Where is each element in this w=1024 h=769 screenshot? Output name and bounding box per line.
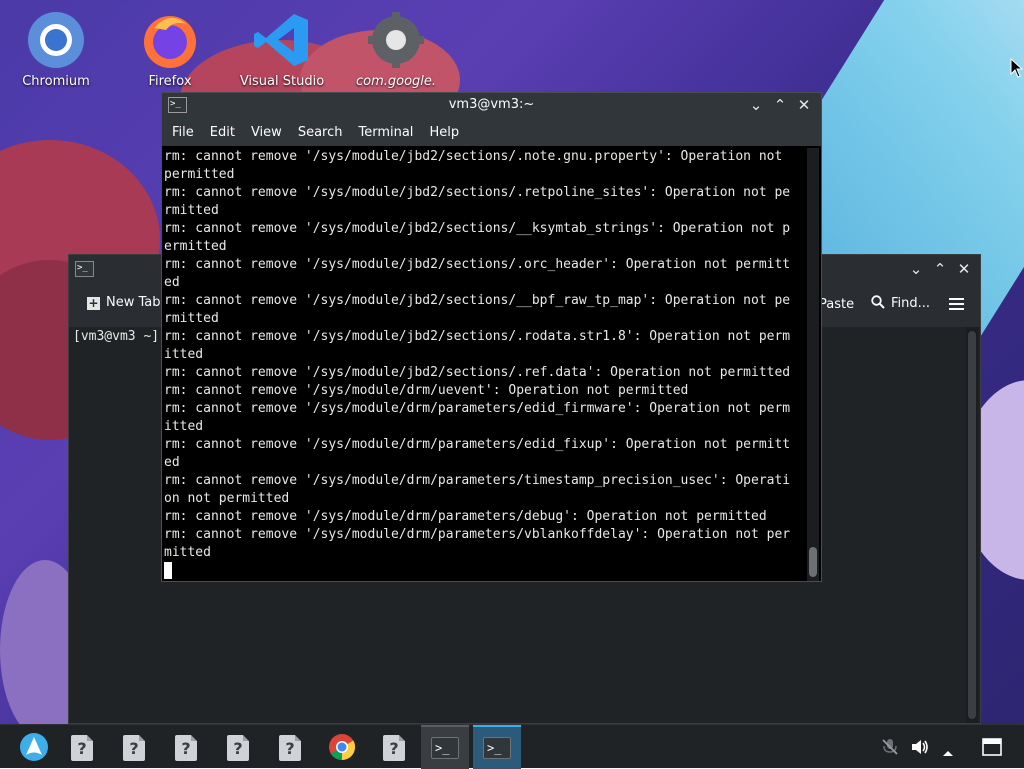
minimize-button[interactable]: ⌄: [746, 95, 766, 115]
terminal-line: rm: cannot remove '/sys/module/jbd2/sect…: [164, 149, 783, 164]
app-launcher-button[interactable]: [10, 725, 58, 769]
unknown-app-icon: ?: [383, 735, 405, 761]
minimize-button[interactable]: ⌄: [906, 259, 926, 279]
vscode-icon: [252, 10, 312, 70]
terminal-line: itted: [164, 419, 204, 434]
terminal-line: rm: cannot remove '/sys/module/drm/param…: [164, 473, 791, 488]
terminal-line: ed: [164, 455, 180, 470]
terminal-line: rm: cannot remove '/sys/module/drm/param…: [164, 437, 791, 452]
find-button[interactable]: Find...: [871, 295, 930, 313]
scrollbar-thumb[interactable]: [809, 547, 817, 577]
taskbar-app-konsole[interactable]: >_: [421, 725, 469, 769]
text-cursor: [164, 562, 172, 579]
terminal-line: rm: cannot remove '/sys/module/jbd2/sect…: [164, 185, 791, 200]
terminal-cursor-line: [164, 562, 806, 580]
shell-prompt: [vm3@vm3 ~]: [73, 329, 160, 344]
terminal-line: rm: cannot remove '/sys/module/jbd2/sect…: [164, 365, 791, 380]
microphone-muted-icon[interactable]: [880, 737, 900, 761]
unknown-app-icon: ?: [227, 735, 249, 761]
volume-icon[interactable]: [910, 737, 930, 761]
taskbar-app-unknown[interactable]: ?: [370, 725, 418, 769]
terminal-line: rm: cannot remove '/sys/module/drm/param…: [164, 401, 791, 416]
menubar: File Edit View Search Terminal Help: [162, 118, 821, 146]
scrollbar-thumb[interactable]: [968, 331, 976, 719]
menu-terminal[interactable]: Terminal: [350, 125, 421, 140]
taskbar-app-unknown[interactable]: ?: [110, 725, 158, 769]
desktop-icon-chromium[interactable]: Chromium: [8, 10, 104, 89]
terminal-line: mitted: [164, 545, 211, 560]
close-button[interactable]: ✕: [954, 259, 974, 279]
terminal-line: permitted: [164, 167, 235, 182]
search-icon: [871, 295, 885, 313]
terminal-output[interactable]: rm: cannot remove '/sys/module/jbd2/sect…: [164, 148, 806, 581]
mouse-pointer-icon: [1010, 57, 1024, 82]
menu-view[interactable]: View: [243, 125, 290, 140]
terminal-line: on not permitted: [164, 491, 290, 506]
chromium-icon: [26, 10, 86, 70]
menu-file[interactable]: File: [164, 125, 202, 140]
menu-search[interactable]: Search: [290, 125, 351, 140]
find-label: Find...: [891, 296, 931, 311]
desktop-icon-label: Chromium: [22, 74, 90, 89]
terminal-line: rm: cannot remove '/sys/module/drm/param…: [164, 509, 767, 524]
paste-label: Paste: [819, 297, 855, 312]
desktop-icon-firefox[interactable]: Firefox: [122, 10, 218, 89]
terminal-line: rm: cannot remove '/sys/module/jbd2/sect…: [164, 221, 791, 236]
taskbar: ? ? ? ? ? ? >_ >_: [0, 724, 1024, 769]
terminal-icon: >_: [483, 737, 511, 759]
terminal-line: rm: cannot remove '/sys/module/drm/param…: [164, 527, 791, 542]
paste-button[interactable]: Paste: [819, 297, 854, 312]
unknown-app-icon: ?: [123, 735, 145, 761]
window-title: vm3@vm3:~: [448, 97, 535, 112]
scrollbar[interactable]: [966, 327, 978, 723]
new-tab-label: New Tab: [106, 295, 161, 310]
taskbar-app-terminal[interactable]: >_: [473, 725, 521, 769]
new-tab-button[interactable]: + New Tab: [87, 295, 161, 310]
maximize-button[interactable]: ⌃: [770, 95, 790, 115]
menu-edit[interactable]: Edit: [202, 125, 243, 140]
menu-help[interactable]: Help: [421, 125, 467, 140]
scrollbar[interactable]: [807, 148, 819, 581]
show-desktop-icon[interactable]: [982, 738, 1002, 760]
terminal-line: rm: cannot remove '/sys/module/jbd2/sect…: [164, 293, 791, 308]
desktop-icon-label: Visual Studio: [239, 74, 325, 89]
close-button[interactable]: ✕: [794, 95, 814, 115]
arch-logo-icon: [20, 733, 48, 761]
maximize-button[interactable]: ⌃: [930, 259, 950, 279]
terminal-line: ermitted: [164, 239, 227, 254]
terminal-line: rmitted: [164, 203, 219, 218]
unknown-app-icon: ?: [175, 735, 197, 761]
tray-expand-icon[interactable]: [942, 742, 954, 761]
hamburger-menu-icon[interactable]: [949, 298, 964, 310]
terminal-line: rm: cannot remove '/sys/module/jbd2/sect…: [164, 257, 791, 272]
taskbar-app-unknown[interactable]: ?: [162, 725, 210, 769]
terminal-window-foreground[interactable]: >_ vm3@vm3:~ ⌄ ⌃ ✕ File Edit View Search…: [161, 92, 822, 582]
terminal-app-icon: >_: [75, 261, 94, 277]
desktop-icon-label: Firefox: [148, 74, 192, 89]
terminal-line: rm: cannot remove '/sys/module/jbd2/sect…: [164, 329, 791, 344]
taskbar-app-chrome[interactable]: [318, 725, 366, 769]
desktop-icon-com-google[interactable]: com.google.: [348, 10, 444, 89]
terminal-line: itted: [164, 347, 204, 362]
terminal-icon: >_: [431, 737, 459, 759]
chrome-icon: [329, 734, 356, 761]
terminal-line: ed: [164, 275, 180, 290]
window-titlebar[interactable]: >_ vm3@vm3:~ ⌄ ⌃ ✕: [162, 93, 821, 118]
unknown-app-icon: ?: [279, 735, 301, 761]
new-tab-icon: +: [87, 296, 100, 310]
firefox-icon: [140, 10, 200, 70]
unknown-app-icon: ?: [71, 735, 93, 761]
taskbar-app-unknown[interactable]: ?: [214, 725, 262, 769]
gear-icon: [366, 10, 426, 70]
desktop-icon-visual-studio[interactable]: Visual Studio: [234, 10, 330, 89]
terminal-line: rmitted: [164, 311, 219, 326]
taskbar-app-unknown[interactable]: ?: [266, 725, 314, 769]
desktop-icon-label: com.google.: [355, 74, 437, 89]
taskbar-app-unknown[interactable]: ?: [58, 725, 106, 769]
terminal-line: rm: cannot remove '/sys/module/drm/ueven…: [164, 383, 689, 398]
